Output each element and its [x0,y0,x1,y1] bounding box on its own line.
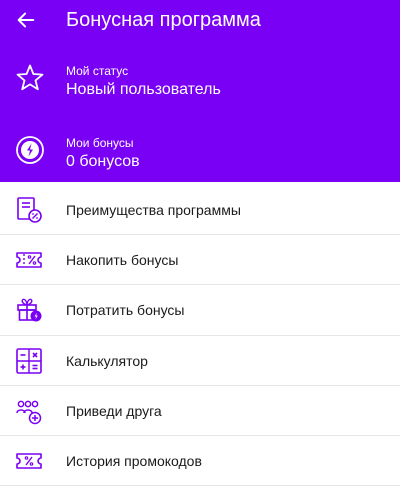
star-icon [16,64,44,91]
my-status-row[interactable]: Мой статус Новый пользователь [0,54,400,106]
arrow-left-icon [17,12,35,28]
menu-item-label: Потратить бонусы [66,302,185,319]
top-app-bar: Бонусная программа [0,0,400,40]
page-title: Бонусная программа [66,9,261,31]
menu-item-label: Калькулятор [66,352,148,369]
menu-item-label: Преимущества программы [66,202,241,218]
gift-icon [17,299,42,322]
menu-item-label: История промокодов [66,452,202,469]
bonuses-label: Мои бонусы [66,136,134,150]
menu-item-benefits[interactable]: Преимущества программы [0,185,400,236]
menu-item-label: Накопить бонусы [66,252,179,269]
status-label: Мой статус [66,64,129,78]
bonuses-value: 0 бонусов [66,153,140,170]
menu-item-calculator[interactable]: Калькулятор [0,336,400,386]
menu-item-spend-bonuses[interactable]: Потратить бонусы [0,285,400,336]
menu-item-earn-bonuses[interactable]: Накопить бонусы [0,235,400,286]
promo-code-icon [16,453,42,469]
menu-item-label: Приведи друга [66,402,162,419]
my-bonuses-row[interactable]: Мои бонусы 0 бонусов [0,126,400,178]
percent-ticket-icon [16,252,42,268]
header: Бонусная программа Мой статус Новый поль… [0,0,400,182]
back-button[interactable] [12,6,40,34]
bonus-coin-icon [16,136,44,164]
menu-item-promo-history[interactable]: История промокодов [0,436,400,487]
benefits-document-icon [17,197,42,223]
status-value: Новый пользователь [66,81,221,98]
menu-item-invite-friend[interactable]: Приведи друга [0,386,400,436]
invite-friend-icon [16,400,42,424]
calculator-icon [16,347,42,374]
menu-list: Преимущества программы Накопить бонусы П… [0,185,400,487]
